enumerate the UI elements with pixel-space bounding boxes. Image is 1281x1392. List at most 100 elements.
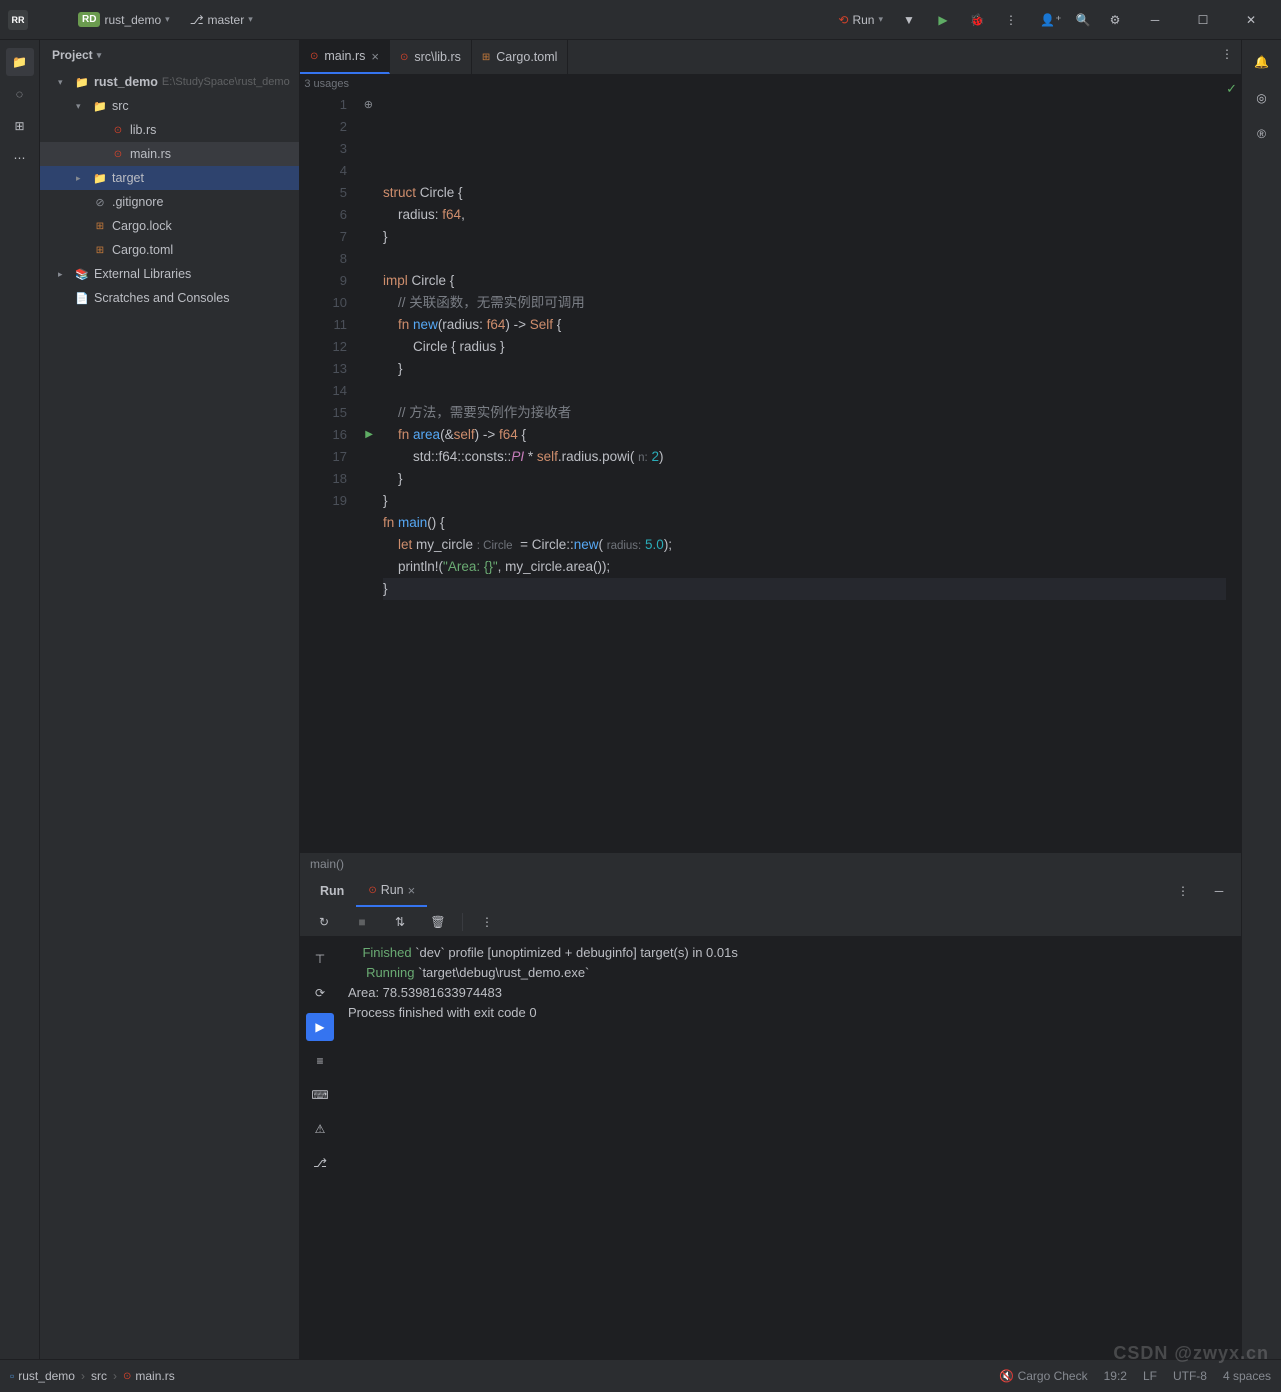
run-config-selector[interactable]: ⟲ Run ▾ <box>832 11 889 29</box>
cursor-position[interactable]: 19:2 <box>1104 1369 1127 1383</box>
tree-root[interactable]: ▾ 📁 rust_demo E:\StudySpace\rust_demo <box>40 70 299 94</box>
tab-lib-rs[interactable]: ⊙ src\lib.rs <box>390 40 472 74</box>
folder-icon: 📁 <box>92 170 108 186</box>
chevron-down-icon: ▾ <box>248 14 253 25</box>
editor-right-gutter: ✓ <box>1226 75 1241 852</box>
search-icon[interactable]: 🔍 <box>1069 6 1097 34</box>
cargo-icon: ⊞ <box>92 242 108 258</box>
scroll-icon[interactable]: ≡ <box>306 1047 334 1075</box>
root-name: rust_demo <box>94 75 158 89</box>
tree-folder-target[interactable]: ▸ 📁 target <box>40 166 299 190</box>
file-label: Cargo.lock <box>112 219 172 233</box>
git-branch-selector[interactable]: ⎇ master ▾ <box>184 11 259 29</box>
chevron-down-icon: ▾ <box>165 14 170 25</box>
filter-icon[interactable]: ⇅ <box>386 908 414 936</box>
folder-icon: ▫ <box>10 1369 14 1383</box>
tabs-more-icon[interactable]: ⋮ <box>1213 40 1241 68</box>
rust-file-icon: ⊙ <box>310 51 318 62</box>
file-encoding[interactable]: UTF-8 <box>1173 1369 1207 1383</box>
run-toolwindow-tab[interactable]: Run <box>308 875 356 907</box>
code-editor[interactable]: struct Circle { radius: f64,}impl Circle… <box>355 75 1226 852</box>
tree-file-lib[interactable]: ⊙ lib.rs <box>40 118 299 142</box>
chevron-down-icon: ▾ <box>878 14 883 25</box>
settings-icon[interactable]: ⚙ <box>1101 6 1129 34</box>
tree-file-gitignore[interactable]: ⊘ .gitignore <box>40 190 299 214</box>
run-icon[interactable]: ▶ <box>929 6 957 34</box>
notifications-icon[interactable]: 🔔 <box>1248 48 1276 76</box>
ai-assistant-icon[interactable]: ◎ <box>1248 84 1276 112</box>
editor-breadcrumb[interactable]: main() <box>300 852 1241 874</box>
rust-run-icon: ⊙ <box>368 885 376 896</box>
folder-label: target <box>112 171 144 185</box>
editor-tabs: ⊙ main.rs × ⊙ src\lib.rs ⊞ Cargo.toml ⋮ <box>300 40 1241 75</box>
console-output[interactable]: Finished `dev` profile [unoptimized + de… <box>340 937 1241 1359</box>
watermark: CSDN @zwyx.cn <box>1113 1343 1269 1364</box>
add-user-icon[interactable]: 👤⁺ <box>1037 6 1065 34</box>
cargo-icon: ⊞ <box>482 52 490 63</box>
close-tab-icon[interactable]: × <box>408 883 416 898</box>
rust-run-icon: ⟲ <box>838 13 848 27</box>
minimize-button[interactable]: ─ <box>1133 0 1177 40</box>
tree-external-libs[interactable]: ▸ 📚 External Libraries <box>40 262 299 286</box>
cargo-check-status[interactable]: 🔇 Cargo Check <box>999 1369 1087 1383</box>
main-menu-icon[interactable] <box>36 6 64 34</box>
build-output-icon[interactable]: ⊤ <box>306 945 334 973</box>
rerun-icon[interactable]: ↻ <box>310 908 338 936</box>
more-tools-icon[interactable]: ⋯ <box>6 144 34 172</box>
status-bar: ▫rust_demo › src › ⊙main.rs 🔇 Cargo Chec… <box>0 1359 1281 1392</box>
tree-file-main[interactable]: ⊙ main.rs <box>40 142 299 166</box>
run-more-icon[interactable]: ⋮ <box>1169 877 1197 905</box>
right-tool-rail: 🔔 ◎ ® <box>1241 40 1281 1359</box>
maximize-button[interactable]: ☐ <box>1181 0 1225 40</box>
close-tab-icon[interactable]: × <box>371 49 379 64</box>
structure-tool-icon[interactable]: ⊞ <box>6 112 34 140</box>
stop-icon[interactable]: ■ <box>348 908 376 936</box>
rust-tool-icon[interactable]: ® <box>1248 120 1276 148</box>
run-config-tab[interactable]: ⊙ Run × <box>356 875 427 907</box>
root-path: E:\StudySpace\rust_demo <box>162 76 290 88</box>
project-tool-icon[interactable]: 📁 <box>6 48 34 76</box>
tab-label: src\lib.rs <box>414 50 461 64</box>
rerun-rail-icon[interactable]: ⟳ <box>306 979 334 1007</box>
tree-scratches[interactable]: 📄 Scratches and Consoles <box>40 286 299 310</box>
minimize-panel-icon[interactable]: ─ <box>1205 877 1233 905</box>
app-logo: RR <box>8 10 28 30</box>
file-label: .gitignore <box>112 195 163 209</box>
build-icon[interactable]: ▼ <box>895 6 923 34</box>
usages-hint[interactable]: 3 usages <box>300 78 355 94</box>
tree-file-cargolock[interactable]: ⊞ Cargo.lock <box>40 214 299 238</box>
line-gutter: 3 usages 12345678910111213141516171819 <box>300 75 355 852</box>
sidebar-header[interactable]: Project ▾ <box>40 40 299 70</box>
git-rail-icon[interactable]: ⎇ <box>306 1149 334 1177</box>
project-name: rust_demo <box>104 13 161 27</box>
editor-area: ⊙ main.rs × ⊙ src\lib.rs ⊞ Cargo.toml ⋮ … <box>300 40 1241 1359</box>
more-actions-icon[interactable]: ⋮ <box>997 6 1025 34</box>
rust-file-icon: ⊙ <box>110 146 126 162</box>
terminal-rail-icon[interactable]: ⌨ <box>306 1081 334 1109</box>
tab-label: Cargo.toml <box>496 50 557 64</box>
line-separator[interactable]: LF <box>1143 1369 1157 1383</box>
scratches-icon: 📄 <box>74 290 90 306</box>
problems-icon[interactable]: ⚠ <box>306 1115 334 1143</box>
status-breadcrumbs[interactable]: ▫rust_demo › src › ⊙main.rs <box>10 1369 175 1383</box>
tree-folder-src[interactable]: ▾ 📁 src <box>40 94 299 118</box>
delete-icon[interactable]: 🗑 <box>424 908 452 936</box>
run-panel: Run ⊙ Run × ⋮ ─ ↻ ■ ⇅ 🗑 ⋮ <box>300 874 1241 1359</box>
run-label: Run <box>852 13 874 27</box>
tab-main-rs[interactable]: ⊙ main.rs × <box>300 40 390 74</box>
inspection-ok-icon[interactable]: ✓ <box>1226 81 1237 97</box>
project-selector[interactable]: RD rust_demo ▾ <box>72 10 176 29</box>
run-active-icon[interactable]: ▶ <box>306 1013 334 1041</box>
left-tool-rail: 📁 ◌ ⊞ ⋯ <box>0 40 40 1359</box>
chevron-down-icon: ▾ <box>97 50 102 61</box>
chevron-down-icon: ▾ <box>58 77 70 88</box>
folder-icon: 📁 <box>74 74 90 90</box>
project-sidebar: Project ▾ ▾ 📁 rust_demo E:\StudySpace\ru… <box>40 40 300 1359</box>
tab-cargo-toml[interactable]: ⊞ Cargo.toml <box>472 40 569 74</box>
toolbar-more-icon[interactable]: ⋮ <box>473 908 501 936</box>
indent-setting[interactable]: 4 spaces <box>1223 1369 1271 1383</box>
commit-tool-icon[interactable]: ◌ <box>6 80 34 108</box>
debug-icon[interactable]: 🐞 <box>963 6 991 34</box>
close-button[interactable]: ✕ <box>1229 0 1273 40</box>
tree-file-cargotoml[interactable]: ⊞ Cargo.toml <box>40 238 299 262</box>
